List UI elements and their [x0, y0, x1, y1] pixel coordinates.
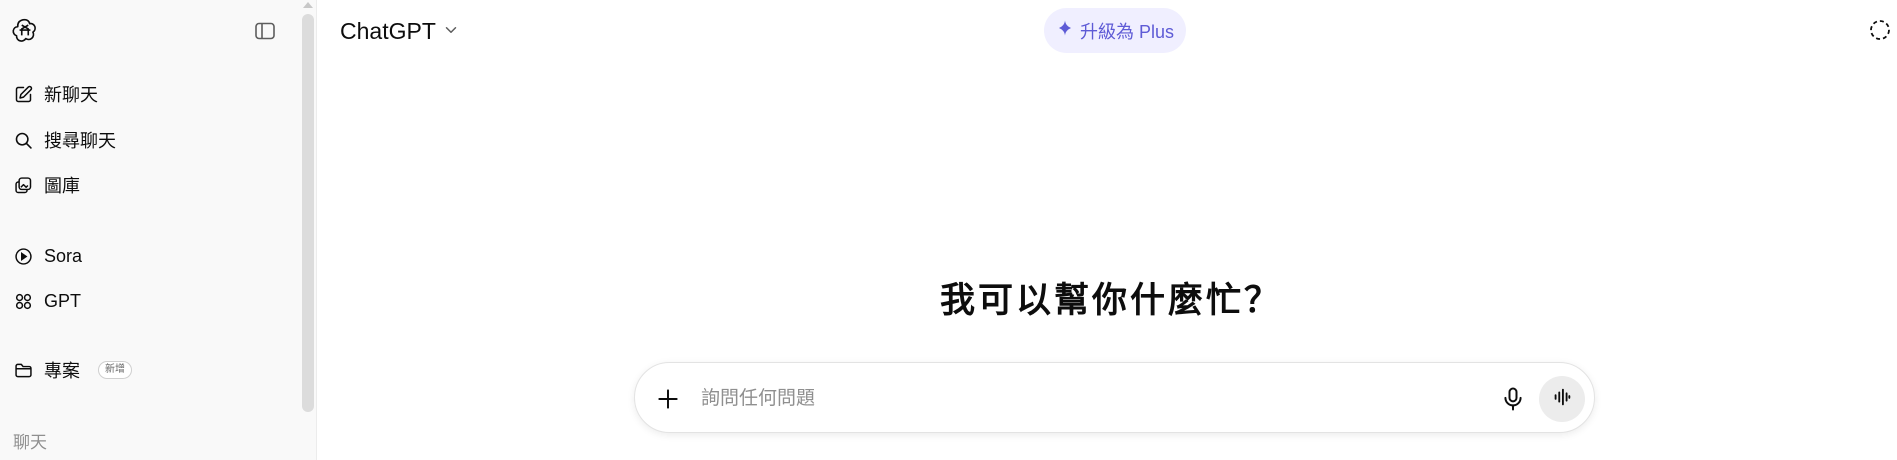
play-circle-icon — [12, 245, 34, 267]
temporary-chat-icon[interactable] — [1868, 18, 1892, 42]
plus-icon[interactable] — [655, 386, 681, 412]
sidebar-scrollbar[interactable] — [302, 14, 314, 412]
sidebar-item-label: 新聊天 — [44, 85, 98, 105]
scroll-up-arrow[interactable] — [303, 2, 313, 8]
sidebar-item-label: 專案 — [44, 361, 80, 381]
upgrade-plus-button[interactable]: 升級為 Plus — [1044, 8, 1186, 53]
chevron-down-icon — [442, 18, 460, 45]
search-icon — [12, 129, 34, 151]
folder-icon — [12, 359, 34, 381]
library-icon — [12, 174, 34, 196]
sidebar-item-library[interactable]: 圖庫 — [12, 168, 292, 202]
sidebar-item-sora[interactable]: Sora — [12, 239, 292, 273]
chatgpt-app: 新聊天 搜尋聊天 圖庫 Sora GPT 專案 新增 聊天 ChatGPT 升級… — [0, 0, 1897, 460]
sparkle-icon — [1056, 19, 1074, 42]
microphone-icon[interactable] — [1499, 385, 1527, 413]
prompt-composer — [634, 362, 1595, 433]
sidebar-item-label: GPT — [44, 290, 82, 311]
grid-icon — [12, 290, 34, 312]
sidebar: 新聊天 搜尋聊天 圖庫 Sora GPT 專案 新增 聊天 — [0, 0, 317, 460]
voice-mode-button[interactable] — [1539, 376, 1585, 422]
sidebar-item-label: Sora — [44, 245, 83, 266]
sidebar-item-search-chats[interactable]: 搜尋聊天 — [12, 123, 292, 157]
new-chat-icon — [12, 83, 34, 105]
sidebar-item-label: 圖庫 — [44, 176, 80, 196]
model-name: ChatGPT — [340, 17, 436, 44]
sidebar-item-label: 搜尋聊天 — [44, 131, 116, 151]
sidebar-item-new-chat[interactable]: 新聊天 — [12, 77, 292, 111]
sidebar-section-chats: 聊天 — [13, 433, 47, 452]
new-badge: 新增 — [98, 361, 132, 379]
sidebar-item-gpt[interactable]: GPT — [12, 284, 292, 318]
voice-waveform-icon — [1551, 386, 1573, 413]
greeting-heading: 我可以幫你什麼忙？ — [940, 281, 1283, 320]
upgrade-label: 升級為 Plus — [1079, 21, 1175, 42]
prompt-input[interactable] — [701, 383, 1401, 415]
openai-logo-icon[interactable] — [12, 17, 38, 43]
toggle-sidebar-icon[interactable] — [253, 19, 277, 43]
sidebar-item-projects[interactable]: 專案 新增 — [12, 353, 292, 387]
model-switcher[interactable]: ChatGPT — [340, 16, 460, 46]
